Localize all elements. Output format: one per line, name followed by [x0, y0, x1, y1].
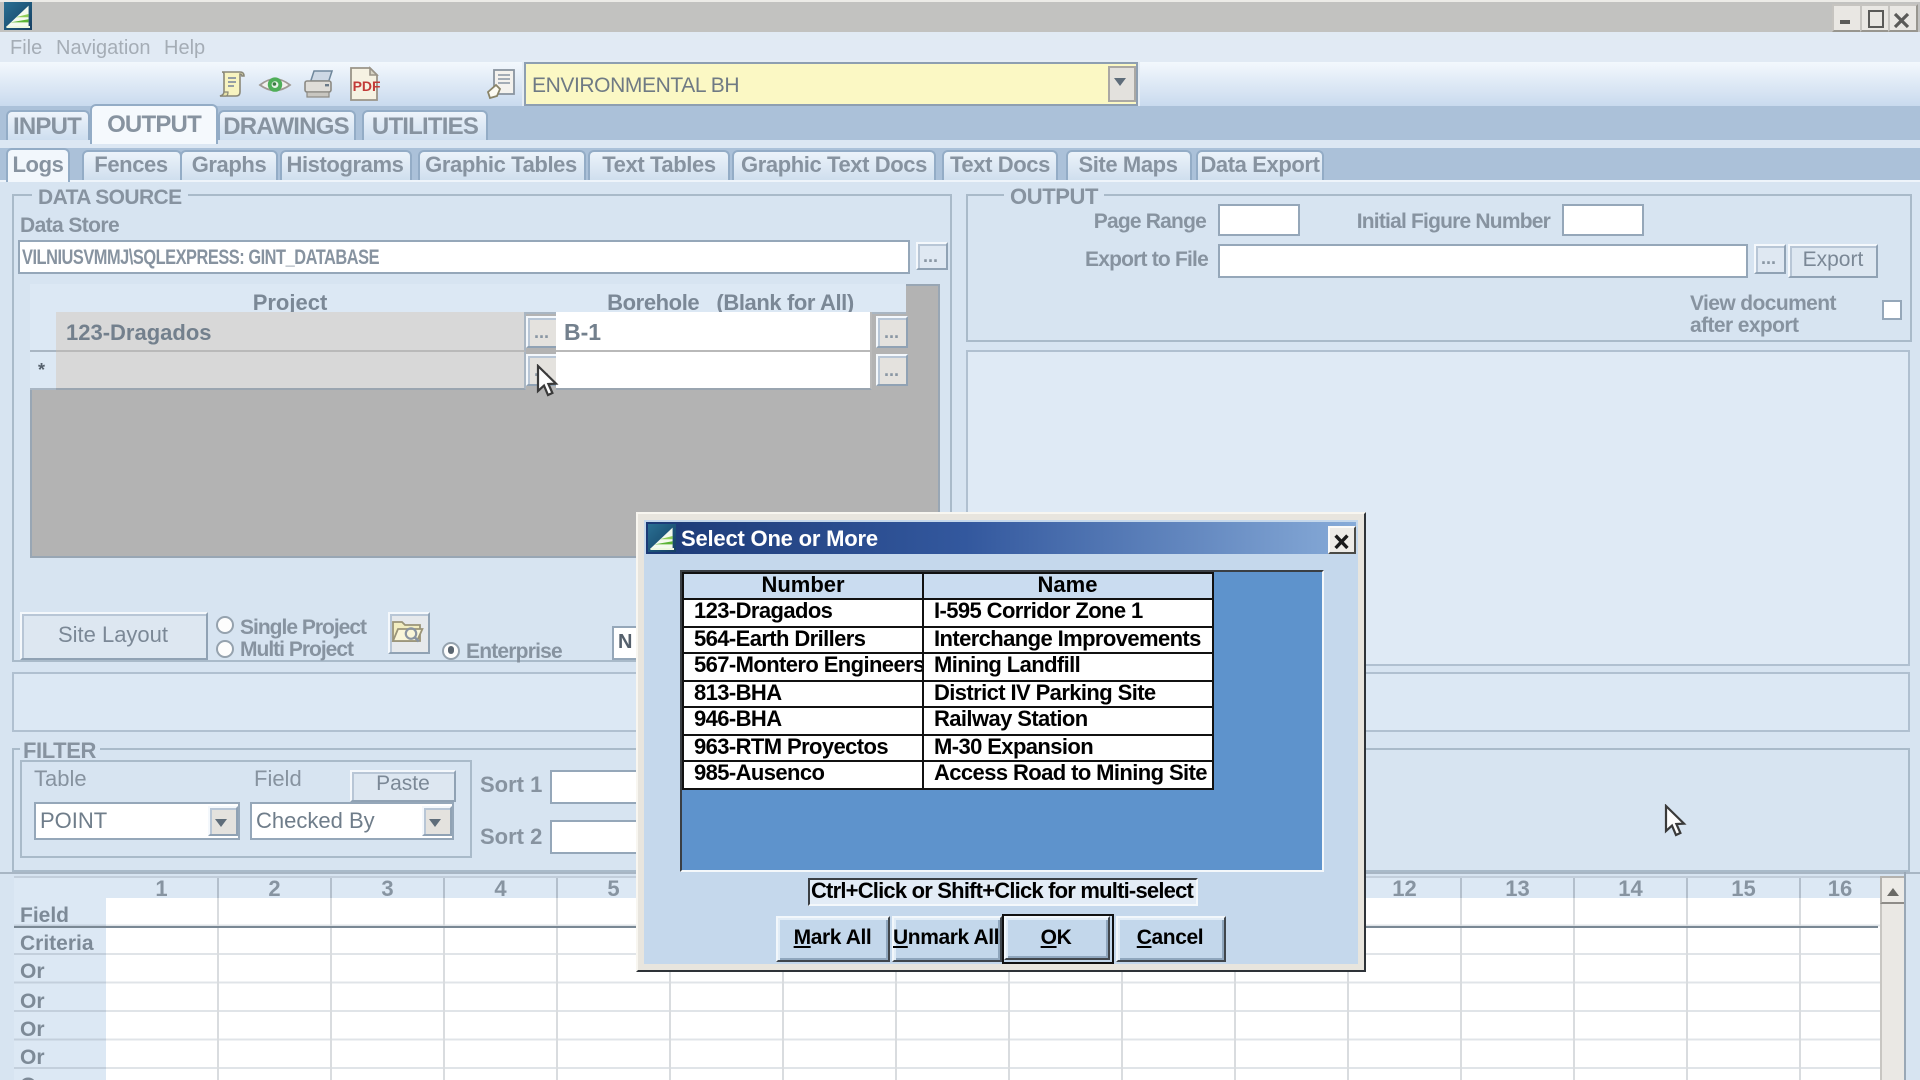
svg-text:PDF: PDF — [353, 78, 380, 94]
